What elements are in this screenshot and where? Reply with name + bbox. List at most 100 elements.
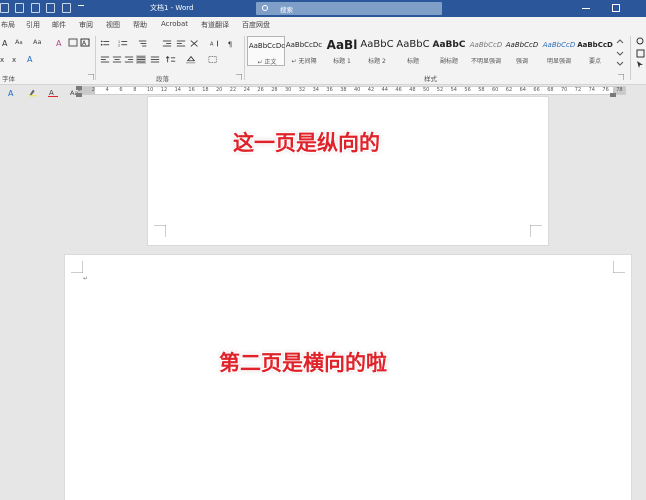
sort-icon[interactable]: A (210, 39, 220, 48)
tab-baidu-netdisk[interactable]: 百度网盘 (242, 20, 270, 30)
multilevel-list-icon[interactable] (138, 39, 148, 48)
align-center-icon[interactable] (112, 55, 122, 64)
line-spacing-icon[interactable] (166, 55, 176, 64)
font-size-value[interactable]: Aa (33, 38, 41, 46)
style-subtitle[interactable]: AaBbC 副标题 (430, 36, 468, 66)
tab-view[interactable]: 视图 (106, 20, 120, 30)
page-portrait[interactable]: 这一页是纵向的 (147, 96, 549, 246)
tab-layout[interactable]: 布局 (1, 20, 15, 30)
ruler-number: 18 (202, 87, 209, 93)
clear-format-icon[interactable]: A (56, 38, 66, 47)
align-left-icon[interactable] (100, 55, 110, 64)
style-name: 副标题 (439, 58, 458, 65)
tab-review[interactable]: 审阅 (79, 20, 93, 30)
tab-mailings[interactable]: 邮件 (52, 20, 66, 30)
window-icon[interactable] (62, 3, 71, 13)
first-line-indent-marker[interactable] (76, 86, 82, 90)
font-color-icon[interactable]: A (48, 88, 58, 97)
restore-icon[interactable] (612, 4, 620, 12)
ruler-number: 46 (395, 87, 402, 93)
shading-icon[interactable] (186, 55, 196, 64)
style-heading-1[interactable]: AaBl 标题 1 (323, 36, 361, 66)
subscript-icon[interactable]: x (12, 54, 22, 63)
align-right-icon[interactable] (124, 55, 134, 64)
ruler-number: 24 (243, 87, 250, 93)
show-marks-icon[interactable]: ¶ (227, 39, 237, 48)
border-char-icon[interactable]: A (80, 38, 90, 47)
select-icon[interactable] (636, 60, 646, 69)
style-sample: AaBbCcDc (285, 41, 323, 49)
ruler-number: 72 (574, 87, 582, 93)
svg-text:¶: ¶ (228, 40, 232, 48)
shrink-font-icon[interactable]: A (2, 38, 12, 47)
ribbon-separator (244, 36, 245, 80)
tab-youdao[interactable]: 有道翻译 (201, 20, 229, 30)
style-no-spacing[interactable]: AaBbCcDc ↵ 无间隔 (285, 36, 323, 66)
ruler-number: 76 (602, 87, 609, 93)
tab-acrobat[interactable]: Acrobat (161, 20, 188, 28)
style-name: 强调 (515, 58, 528, 65)
find-icon[interactable] (636, 37, 646, 46)
style-sample: AaBbCcD (505, 41, 539, 49)
increase-indent-icon[interactable] (176, 39, 186, 48)
tab-references[interactable]: 引用 (26, 20, 40, 30)
new-doc-icon[interactable] (31, 3, 40, 13)
bullets-icon[interactable] (100, 39, 110, 48)
ruler-number: 42 (367, 87, 375, 93)
styles-scroll-icon[interactable] (616, 37, 624, 67)
numbering-icon[interactable]: 12 (118, 39, 128, 48)
chinese-layout-icon[interactable] (190, 39, 200, 48)
decrease-indent-icon[interactable] (162, 39, 172, 48)
open-doc-icon[interactable] (46, 3, 55, 13)
change-case-icon[interactable]: Aa (15, 38, 23, 46)
style-name: 标题 1 (333, 58, 351, 65)
style-name: 不明显强调 (470, 58, 501, 65)
ruler-number: 52 (436, 87, 444, 93)
ruler-number: 66 (533, 87, 540, 93)
font-dialog-launcher-icon[interactable] (88, 74, 94, 80)
right-indent-marker[interactable] (610, 93, 616, 97)
text-effects-icon[interactable]: A (27, 54, 37, 63)
page-corner-mark (71, 261, 83, 273)
style-strong[interactable]: AaBbCcD 要点 (576, 36, 614, 66)
borders-icon[interactable] (208, 55, 218, 64)
save-icon[interactable] (0, 3, 9, 13)
style-sample: AaBbCcD (577, 41, 613, 49)
ruler-number: 54 (450, 87, 457, 93)
svg-text:A: A (49, 89, 54, 97)
check-icon[interactable] (15, 3, 24, 13)
svg-text:A: A (56, 39, 62, 47)
minimize-icon[interactable] (582, 8, 590, 9)
customize-toolbar-icon[interactable] (78, 5, 84, 6)
style-emphasis[interactable]: AaBbCcD 强调 (503, 36, 541, 66)
search-box[interactable]: 搜索 (256, 2, 442, 15)
replace-icon[interactable] (636, 49, 646, 58)
style-sample: AaBbCcD (469, 41, 503, 49)
style-name: 明显强调 (546, 58, 571, 65)
page2-text: 第二页是横向的啦 (219, 351, 387, 375)
text-effects-icon-2[interactable]: A (8, 88, 18, 97)
ruler-number: 30 (285, 87, 292, 93)
ruler-number: 40 (354, 87, 361, 93)
ruler-number: 16 (188, 87, 195, 93)
highlight-icon[interactable] (28, 88, 38, 97)
paragraph-dialog-launcher-icon[interactable] (236, 74, 242, 80)
justify-icon[interactable] (136, 55, 146, 64)
distributed-icon[interactable] (150, 55, 160, 64)
styles-dialog-launcher-icon[interactable] (618, 74, 624, 80)
style-title[interactable]: AaBbC 标题 (394, 36, 432, 66)
ruler-number: 20 (216, 87, 223, 93)
page-corner-mark (613, 261, 625, 273)
left-indent-marker[interactable] (76, 93, 82, 97)
style-heading-2[interactable]: AaBbC 标题 2 (358, 36, 396, 66)
style-intense-emphasis[interactable]: AaBbCcD 明显强调 (540, 36, 578, 66)
tab-help[interactable]: 帮助 (133, 20, 147, 30)
phonetic-icon[interactable] (68, 38, 78, 47)
style-normal[interactable]: AaBbCcDc ↵ 正文 (247, 36, 285, 66)
superscript-icon[interactable]: x (0, 54, 10, 63)
horizontal-ruler[interactable]: 2 2 4 6 8 10 12 14 16 18 20 22 24 26 28 30 32 34 36 38 40 42 4… (76, 86, 626, 97)
style-subtle-emphasis[interactable]: AaBbCcD 不明显强调 (467, 36, 505, 66)
ribbon-separator (630, 36, 631, 80)
style-sample: AaBbC (432, 40, 466, 50)
page-landscape[interactable]: ↵ 第二页是横向的啦 (64, 254, 632, 500)
